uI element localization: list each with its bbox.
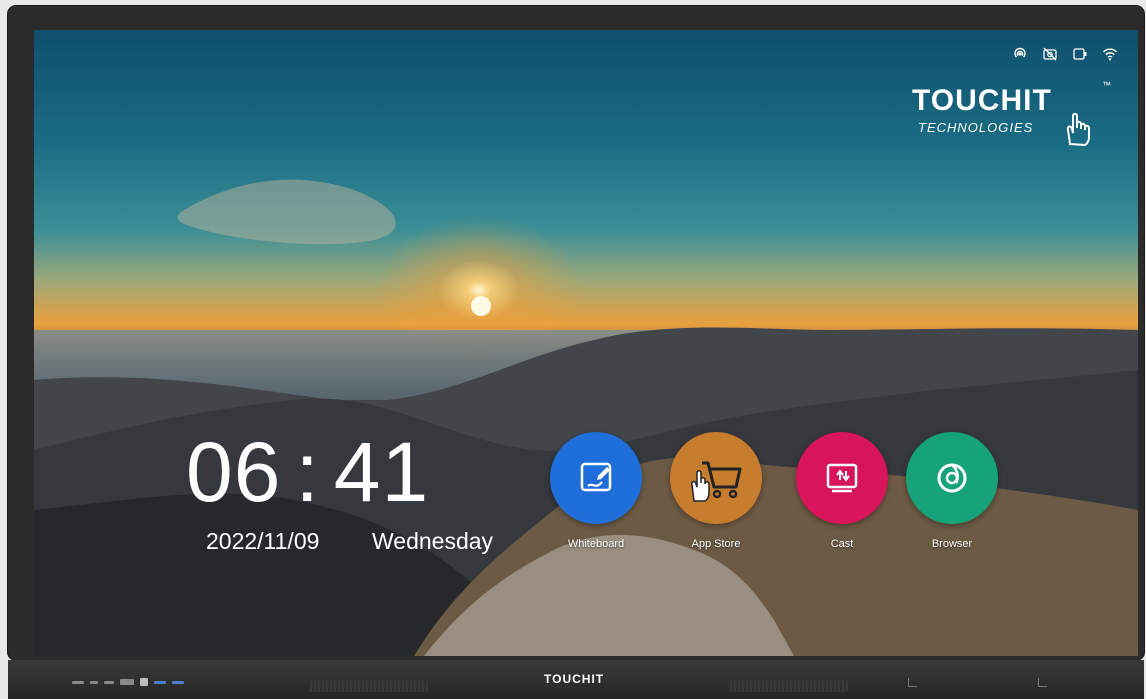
- speaker-grille: [728, 680, 848, 692]
- app-label: App Store: [691, 538, 741, 550]
- speaker-grille: [308, 680, 428, 692]
- usb-port: [172, 680, 184, 684]
- usb-port: [120, 679, 134, 685]
- shopping-cart-icon[interactable]: [670, 432, 762, 524]
- port-indicator: [90, 680, 98, 684]
- brand-tagline: TECHNOLOGIES: [918, 120, 1034, 135]
- brand-name: TOUCHIT: [912, 84, 1052, 117]
- usb-port: [154, 680, 166, 684]
- clock-time: 06:41: [186, 430, 429, 514]
- status-bar: [1012, 46, 1118, 62]
- port-indicator: [104, 680, 114, 684]
- app-launcher: Whiteboard App Store Cast Browser: [546, 432, 1006, 562]
- clock-minutes: 41: [333, 425, 430, 519]
- front-ports: [72, 678, 184, 686]
- no-camera-icon[interactable]: [1042, 46, 1058, 62]
- app-label: Cast: [830, 538, 854, 550]
- bezel-mark: [1038, 678, 1047, 687]
- clock-separator: :: [295, 425, 320, 519]
- trademark-symbol: ™: [1102, 80, 1111, 90]
- bezel-logo: TOUCHIT: [544, 672, 605, 686]
- clock-date: 2022/11/09: [206, 528, 320, 554]
- app-label: Whiteboard: [567, 538, 625, 550]
- touch-hand-icon: [1066, 112, 1090, 146]
- port-indicator: [72, 680, 84, 684]
- clock-weekday: Wednesday: [372, 528, 494, 554]
- app-browser[interactable]: Browser: [902, 432, 1002, 550]
- touchit-logo: TOUCHIT TECHNOLOGIES ™: [912, 80, 1112, 148]
- app-whiteboard[interactable]: Whiteboard: [546, 432, 646, 550]
- cast-icon[interactable]: [796, 432, 888, 524]
- display-monitor: TOUCHIT TECHNOLOGIES ™ 06:41 2022/11/09 …: [8, 6, 1144, 660]
- wifi-icon[interactable]: [1102, 46, 1118, 62]
- bottom-bezel: TOUCHIT: [8, 660, 1144, 699]
- bezel-mark: [908, 678, 917, 687]
- app-label: Browser: [931, 538, 973, 550]
- app-cast[interactable]: Cast: [792, 432, 892, 550]
- home-screen: TOUCHIT TECHNOLOGIES ™ 06:41 2022/11/09 …: [34, 30, 1138, 656]
- browser-icon[interactable]: [906, 432, 998, 524]
- screen-share-icon[interactable]: [1072, 46, 1088, 62]
- clock-hours: 06: [186, 425, 282, 519]
- whiteboard-icon[interactable]: [550, 432, 642, 524]
- app-store[interactable]: App Store: [666, 432, 766, 550]
- hotspot-icon[interactable]: [1012, 46, 1028, 62]
- power-button[interactable]: [140, 678, 148, 686]
